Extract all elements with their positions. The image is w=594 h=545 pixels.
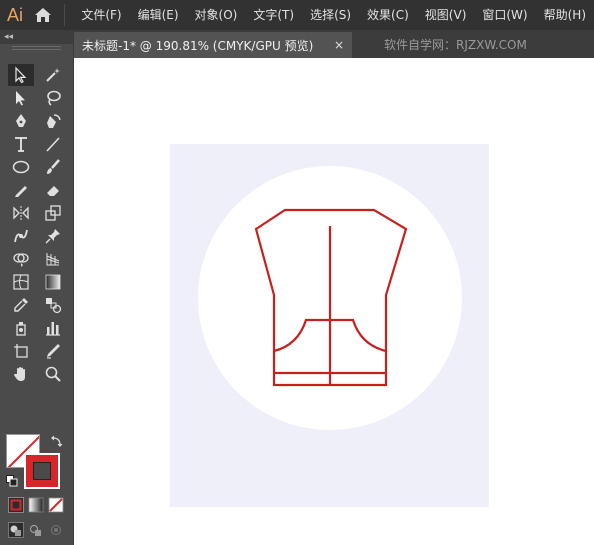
perspective-grid-tool[interactable] xyxy=(40,248,66,270)
blend-icon xyxy=(46,298,62,314)
pen-icon xyxy=(16,114,26,127)
gradient-mode-icon[interactable] xyxy=(28,497,44,513)
symbol-sprayer-tool[interactable] xyxy=(8,317,34,339)
menu-effect[interactable]: 效果(C) xyxy=(359,0,417,30)
zoom-magnifier-icon xyxy=(45,366,61,382)
gradient-tool[interactable] xyxy=(40,271,66,293)
magic-wand-tool[interactable] xyxy=(40,64,66,86)
symbol-sprayer-icon xyxy=(16,322,26,336)
gradient-icon xyxy=(45,274,61,290)
vest-illustration[interactable] xyxy=(170,144,489,507)
menu-file[interactable]: 文件(F) xyxy=(73,0,129,30)
artboard[interactable] xyxy=(170,144,489,507)
toolbox-header: ◂◂ xyxy=(0,30,73,44)
canvas-area[interactable] xyxy=(74,58,594,545)
hand-tool[interactable] xyxy=(8,363,34,385)
toolbox: ◂◂ xyxy=(0,30,74,545)
home-icon xyxy=(35,8,52,22)
draw-behind-icon[interactable] xyxy=(28,522,44,538)
artboard-tool[interactable] xyxy=(8,340,34,362)
document-tab-title: 未标题-1* @ 190.81% (CMYK/GPU 预览) xyxy=(82,38,314,53)
shape-builder-icon xyxy=(13,253,29,267)
stroke-color-swatch[interactable] xyxy=(24,453,60,489)
draw-normal-icon[interactable] xyxy=(8,522,24,538)
type-tool[interactable] xyxy=(8,133,34,155)
none-mode-icon[interactable] xyxy=(48,497,64,513)
selection-arrow-icon xyxy=(15,66,27,84)
menu-edit[interactable]: 编辑(E) xyxy=(130,0,187,30)
watermark-text: 软件自学网：RJZXW.COM xyxy=(384,38,527,52)
stroke-swatch-hole xyxy=(33,462,51,480)
home-button[interactable] xyxy=(30,0,57,30)
direct-selection-tool[interactable] xyxy=(8,87,34,109)
ellipse-tool[interactable] xyxy=(8,156,34,178)
eraser-tool[interactable] xyxy=(40,179,66,201)
mesh-icon xyxy=(13,274,29,290)
menu-type[interactable]: 文字(T) xyxy=(245,0,302,30)
menu-help[interactable]: 帮助(H) xyxy=(536,0,594,30)
blend-tool[interactable] xyxy=(40,294,66,316)
collapse-panel-icon[interactable]: ◂◂ xyxy=(4,32,13,42)
ellipse-icon xyxy=(12,160,30,174)
curvature-tool[interactable] xyxy=(40,110,66,132)
document-tab[interactable]: 未标题-1* @ 190.81% (CMYK/GPU 预览) × xyxy=(74,32,352,58)
paintbrush-tool[interactable] xyxy=(40,156,66,178)
paintbrush-icon xyxy=(47,159,60,174)
reflect-tool[interactable] xyxy=(8,202,34,224)
menu-view[interactable]: 视图(V) xyxy=(417,0,475,30)
column-graph-icon xyxy=(46,322,60,336)
pen-tool[interactable] xyxy=(8,110,34,132)
slice-tool[interactable] xyxy=(40,340,66,362)
selection-tool[interactable] xyxy=(8,64,34,86)
scale-icon xyxy=(45,205,61,221)
color-mode-icon[interactable] xyxy=(8,497,24,513)
eyedropper-icon xyxy=(14,298,28,312)
default-fill-stroke-icon[interactable] xyxy=(6,475,18,487)
puppet-warp-tool[interactable] xyxy=(8,225,34,247)
slice-knife-icon xyxy=(47,344,60,359)
menu-object[interactable]: 对象(O) xyxy=(187,0,246,30)
eraser-icon xyxy=(47,186,59,196)
scale-tool[interactable] xyxy=(40,202,66,224)
shape-builder-tool[interactable] xyxy=(8,248,34,270)
pin-icon xyxy=(45,229,60,244)
menu-window[interactable]: 窗口(W) xyxy=(474,0,535,30)
perspective-grid-icon xyxy=(46,253,60,266)
toolbox-grip[interactable] xyxy=(12,46,61,50)
lasso-tool[interactable] xyxy=(40,87,66,109)
puppet-warp-icon xyxy=(14,229,28,243)
app-logo: Ai xyxy=(6,4,23,25)
shaper-tool[interactable] xyxy=(8,179,34,201)
menu-list: 文件(F) 编辑(E) 对象(O) 文字(T) 选择(S) 效果(C) 视图(V… xyxy=(73,0,594,30)
curvature-pen-icon xyxy=(47,114,61,128)
zoom-tool[interactable] xyxy=(40,363,66,385)
reflect-icon xyxy=(13,206,29,220)
artboard-icon xyxy=(14,344,28,358)
pencil-icon xyxy=(15,186,27,197)
swap-fill-stroke-icon[interactable] xyxy=(50,434,64,448)
pin-tool[interactable] xyxy=(40,225,66,247)
column-graph-tool[interactable] xyxy=(40,317,66,339)
type-icon xyxy=(15,137,27,152)
close-tab-icon[interactable]: × xyxy=(332,36,346,54)
lasso-icon xyxy=(47,90,61,106)
menu-divider xyxy=(64,4,66,26)
menu-bar: Ai 文件(F) 编辑(E) 对象(O) 文字(T) 选择(S) 效果(C) 视… xyxy=(0,0,594,30)
magic-wand-icon xyxy=(46,68,60,82)
menu-select[interactable]: 选择(S) xyxy=(302,0,359,30)
line-segment-tool[interactable] xyxy=(40,133,66,155)
document-tab-strip: 未标题-1* @ 190.81% (CMYK/GPU 预览) × 软件自学网：R… xyxy=(74,30,594,58)
direct-selection-icon xyxy=(16,91,25,106)
eyedropper-tool[interactable] xyxy=(8,294,34,316)
hand-icon xyxy=(14,367,25,381)
draw-inside-icon[interactable] xyxy=(48,522,64,538)
line-segment-icon xyxy=(46,137,60,152)
mesh-tool[interactable] xyxy=(8,271,34,293)
